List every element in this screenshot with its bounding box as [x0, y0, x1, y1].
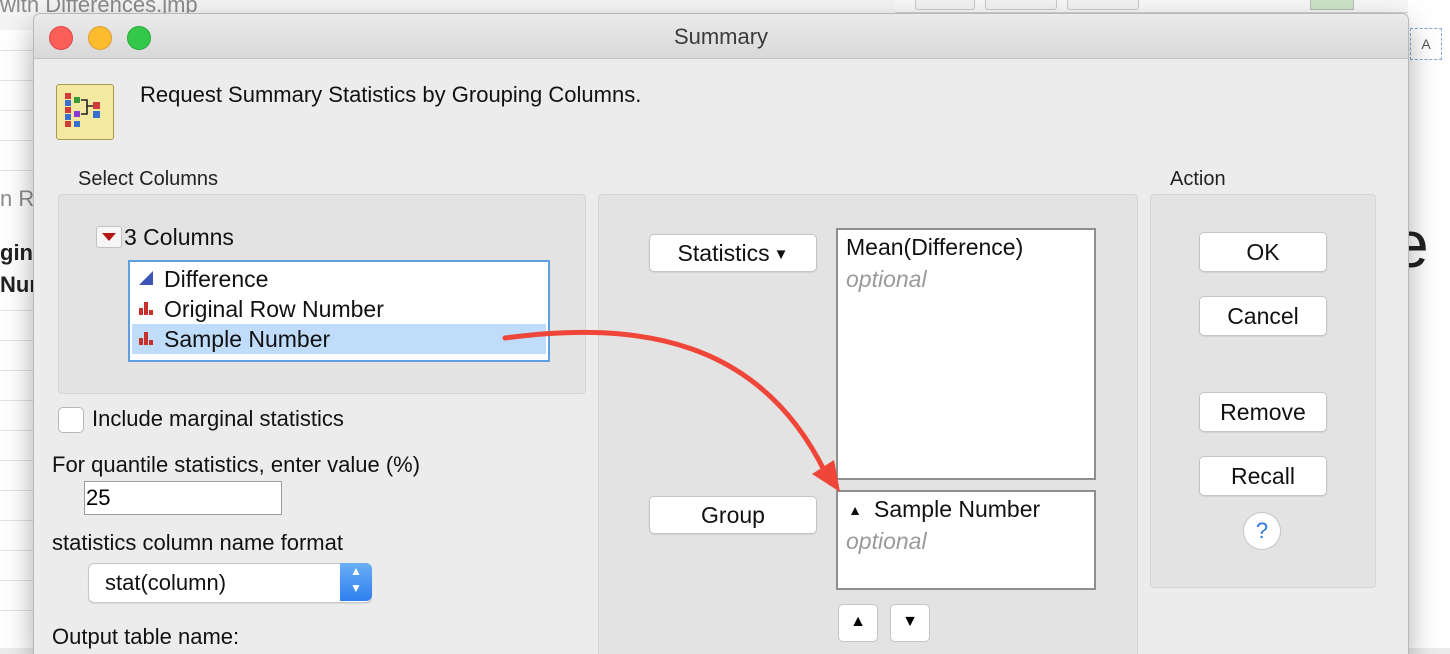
- background-row-label: gin: [0, 240, 33, 265]
- statistics-optional-hint: optional: [846, 266, 927, 292]
- name-format-label: statistics column name format: [52, 530, 343, 555]
- name-format-select[interactable]: stat(column) ▲ ▼: [88, 563, 372, 603]
- chevron-down-icon: ▼: [773, 246, 789, 263]
- sort-ascending-icon: ▲: [850, 613, 866, 630]
- name-format-value: stat(column): [105, 570, 227, 595]
- group-optional-hint: optional: [846, 528, 927, 554]
- help-button[interactable]: ?: [1243, 512, 1281, 550]
- nominal-icon: [139, 332, 153, 345]
- statistics-role-item[interactable]: Mean(Difference): [846, 234, 1023, 261]
- background-table-rows: [0, 30, 35, 648]
- sort-ascending-icon: ▲: [848, 502, 862, 518]
- column-item-sample-number[interactable]: Sample Number: [132, 324, 546, 354]
- background-toolbar-button[interactable]: [915, 0, 975, 10]
- ok-button[interactable]: OK: [1199, 232, 1327, 272]
- column-count-label: 3 Columns: [124, 224, 234, 250]
- title-bar: Summary: [34, 14, 1408, 59]
- dialog-heading: Request Summary Statistics by Grouping C…: [140, 82, 642, 107]
- sort-ascending-button[interactable]: ▲: [838, 604, 878, 642]
- group-role-box[interactable]: ▲ Sample Number optional: [836, 490, 1096, 590]
- quantile-label: For quantile statistics, enter value (%): [52, 452, 421, 477]
- cancel-button[interactable]: Cancel: [1199, 296, 1327, 336]
- text-box-icon[interactable]: A: [1410, 28, 1442, 60]
- group-button[interactable]: Group: [649, 496, 817, 534]
- statistics-role-box[interactable]: Mean(Difference) optional: [836, 228, 1096, 480]
- background-toolbar-button[interactable]: [1067, 0, 1139, 10]
- summary-platform-icon: [56, 84, 114, 140]
- marginal-statistics-checkbox[interactable]: [58, 407, 84, 433]
- remove-button[interactable]: Remove: [1199, 392, 1327, 432]
- quantile-input[interactable]: 25: [84, 481, 282, 515]
- statistics-button[interactable]: Statistics ▼: [649, 234, 817, 272]
- recall-button[interactable]: Recall: [1199, 456, 1327, 496]
- select-columns-label: Select Columns: [78, 168, 219, 190]
- action-label: Action: [1170, 168, 1226, 190]
- disclosure-triangle-icon[interactable]: [96, 226, 122, 248]
- continuous-icon: [139, 271, 153, 285]
- summary-dialog: Summary Request Summary Statistics by Gr…: [34, 14, 1408, 654]
- column-item-difference[interactable]: Difference: [132, 264, 546, 294]
- nominal-icon: [139, 302, 153, 315]
- sort-descending-icon: ▼: [902, 613, 918, 630]
- background-green-swatch: [1310, 0, 1354, 10]
- dialog-title: Summary: [673, 24, 769, 49]
- background-right-pane: [1408, 0, 1450, 648]
- up-down-chevron-icon: ▲ ▼: [340, 563, 372, 601]
- background-toolbar-button[interactable]: [985, 0, 1057, 10]
- background-row-label: Nur: [0, 272, 38, 297]
- group-role-item[interactable]: ▲ Sample Number: [846, 496, 1040, 523]
- marginal-statistics-label: Include marginal statistics: [92, 406, 344, 431]
- sort-descending-button[interactable]: ▼: [890, 604, 930, 642]
- column-item-original-row-number[interactable]: Original Row Number: [132, 294, 546, 324]
- column-list[interactable]: Difference Original Row Number Sample Nu…: [128, 260, 550, 362]
- output-table-label: Output table name:: [52, 624, 240, 649]
